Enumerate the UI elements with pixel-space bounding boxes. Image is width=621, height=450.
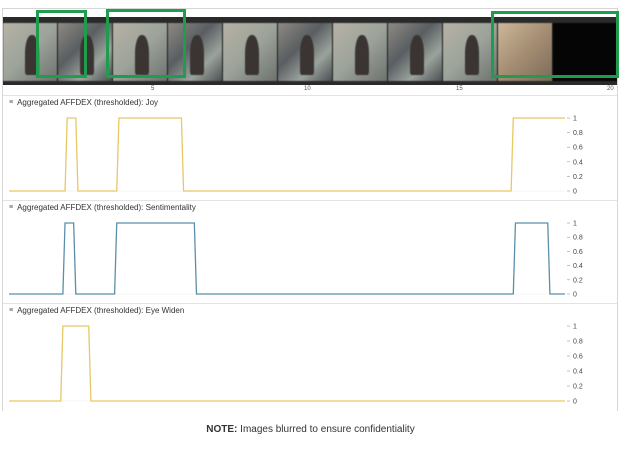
emotion-trace: [9, 222, 565, 295]
timeline-tick: 20: [607, 86, 614, 92]
y-tick-label: 0.4: [573, 159, 583, 166]
menu-icon[interactable]: ≡: [9, 307, 13, 314]
y-tick-label: 0.6: [573, 354, 583, 361]
timeline-tick: 5: [151, 86, 155, 92]
emotion-panel-sentimentality: 1 0.8 0.6 0.4 0.2 0 ≡ Aggregated AFFDEX (thre…: [3, 200, 617, 304]
y-tick-label: 0.2: [573, 174, 583, 181]
eye-widen-plot: 1 0.8 0.6 0.4 0.2 0: [9, 324, 583, 406]
y-tick-label: 0.2: [573, 384, 583, 391]
note-label: NOTE:: [206, 424, 238, 435]
y-tick-label: 0.4: [573, 263, 583, 270]
y-tick-label: 0.6: [573, 145, 583, 152]
footnote: NOTE: Images blurred to ensure confident…: [0, 424, 621, 435]
panel-title: Aggregated AFFDEX (thresholded): Sentime…: [17, 203, 196, 212]
sentimentality-plot: 1 0.8 0.6 0.4 0.2 0: [9, 221, 583, 299]
joy-plot: 1 0.8 0.6 0.4 0.2 0: [9, 116, 583, 196]
y-tick-label: 0.6: [573, 249, 583, 256]
y-tick-label: 0: [573, 399, 577, 406]
y-tick-label: 0: [573, 189, 577, 196]
timeline-tick: 15: [456, 86, 463, 92]
y-tick-label: 0.2: [573, 277, 583, 284]
highlight-box: [36, 10, 87, 78]
highlight-box: [106, 9, 186, 78]
y-tick-label: 0.4: [573, 369, 583, 376]
y-tick-label: 0.8: [573, 235, 583, 242]
y-tick-label: 1: [573, 116, 577, 123]
emotion-trace: [9, 325, 565, 402]
emotion-panel-eye-widen: 1 0.8 0.6 0.4 0.2 0 ≡ Aggregated AFFDEX (thre…: [3, 303, 617, 411]
y-tick-label: 0: [573, 292, 577, 299]
frame-thumbnail[interactable]: [223, 23, 278, 81]
y-tick-label: 0.8: [573, 130, 583, 137]
emotion-panel-joy: 1 0.8 0.6 0.4 0.2 0 ≡ Aggregated AFFDEX (thre…: [3, 95, 617, 201]
note-text: Images blurred to ensure confidentiality: [237, 424, 415, 435]
timeline-tick: 10: [304, 86, 311, 92]
frame-thumbnail[interactable]: [278, 23, 333, 81]
panel-title: Aggregated AFFDEX (thresholded): Eye Wid…: [17, 306, 185, 315]
frame-thumbnail[interactable]: [443, 23, 498, 81]
frame-thumbnail[interactable]: [333, 23, 388, 81]
menu-icon[interactable]: ≡: [9, 99, 13, 106]
highlight-box: [491, 11, 619, 78]
y-tick-label: 1: [573, 221, 577, 228]
frame-thumbnail[interactable]: [388, 23, 443, 81]
y-tick-label: 0.8: [573, 339, 583, 346]
emotion-trace: [9, 117, 565, 192]
video-analysis-app: 5 10 15 20 1 0.8 0.6 0.4 0.2 0 ≡ Aggregated A…: [2, 8, 619, 411]
menu-icon[interactable]: ≡: [9, 204, 13, 211]
panel-title: Aggregated AFFDEX (thresholded): Joy: [17, 98, 159, 107]
y-tick-label: 1: [573, 324, 577, 331]
